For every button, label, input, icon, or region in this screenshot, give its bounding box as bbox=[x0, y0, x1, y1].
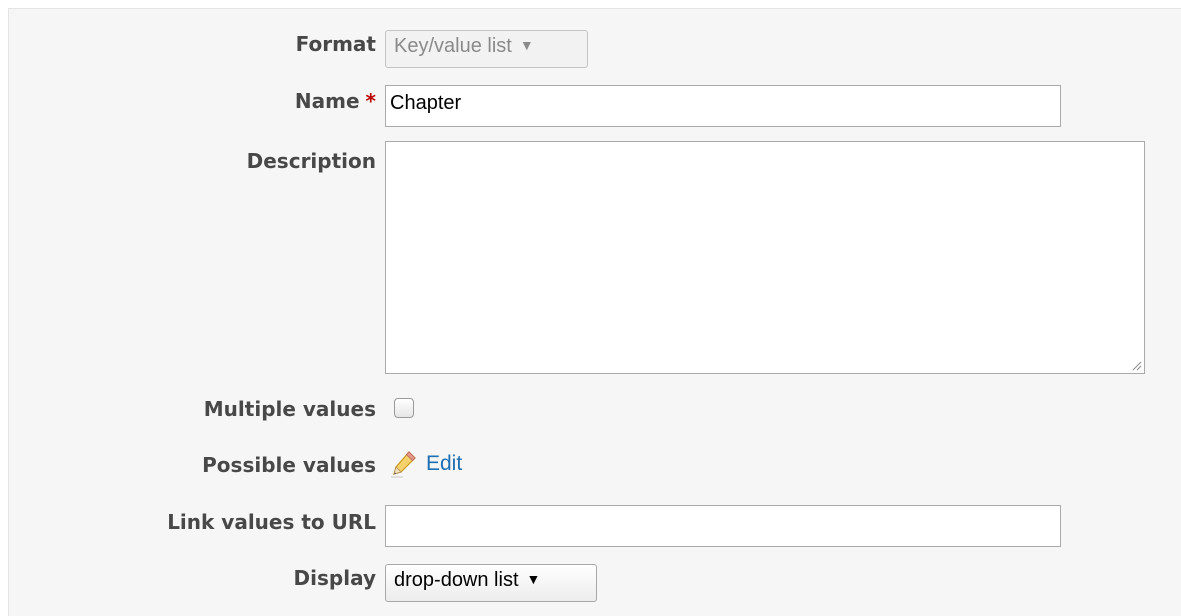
display-select[interactable]: drop-down list ▼ bbox=[385, 564, 597, 602]
name-label: Name * bbox=[295, 89, 376, 113]
link-values-to-url-label: Link values to URL bbox=[167, 510, 376, 534]
format-label: Format bbox=[295, 32, 376, 56]
name-input[interactable]: Chapter bbox=[385, 85, 1061, 127]
custom-field-form-panel: Format Key/value list ▼ Name * Chapter Des… bbox=[8, 8, 1181, 616]
name-input-value: Chapter bbox=[390, 92, 462, 114]
description-label: Description bbox=[246, 149, 376, 173]
link-values-to-url-input[interactable] bbox=[385, 505, 1061, 547]
chevron-down-icon: ▼ bbox=[526, 571, 541, 587]
resize-handle-icon[interactable] bbox=[1130, 359, 1142, 371]
required-marker: * bbox=[365, 89, 376, 113]
format-select[interactable]: Key/value list ▼ bbox=[385, 30, 588, 68]
display-label: Display bbox=[293, 566, 376, 590]
multiple-values-label: Multiple values bbox=[203, 397, 376, 421]
name-label-text: Name bbox=[294, 89, 360, 113]
display-select-value: drop-down list bbox=[394, 569, 519, 591]
possible-values-label: Possible values bbox=[202, 453, 376, 477]
edit-possible-values-link[interactable]: Edit bbox=[426, 452, 462, 476]
pencil-icon bbox=[391, 451, 416, 478]
chevron-down-icon: ▼ bbox=[519, 37, 534, 53]
description-textarea[interactable] bbox=[385, 141, 1145, 374]
format-select-value: Key/value list bbox=[394, 35, 512, 57]
multiple-values-checkbox[interactable] bbox=[394, 398, 414, 418]
